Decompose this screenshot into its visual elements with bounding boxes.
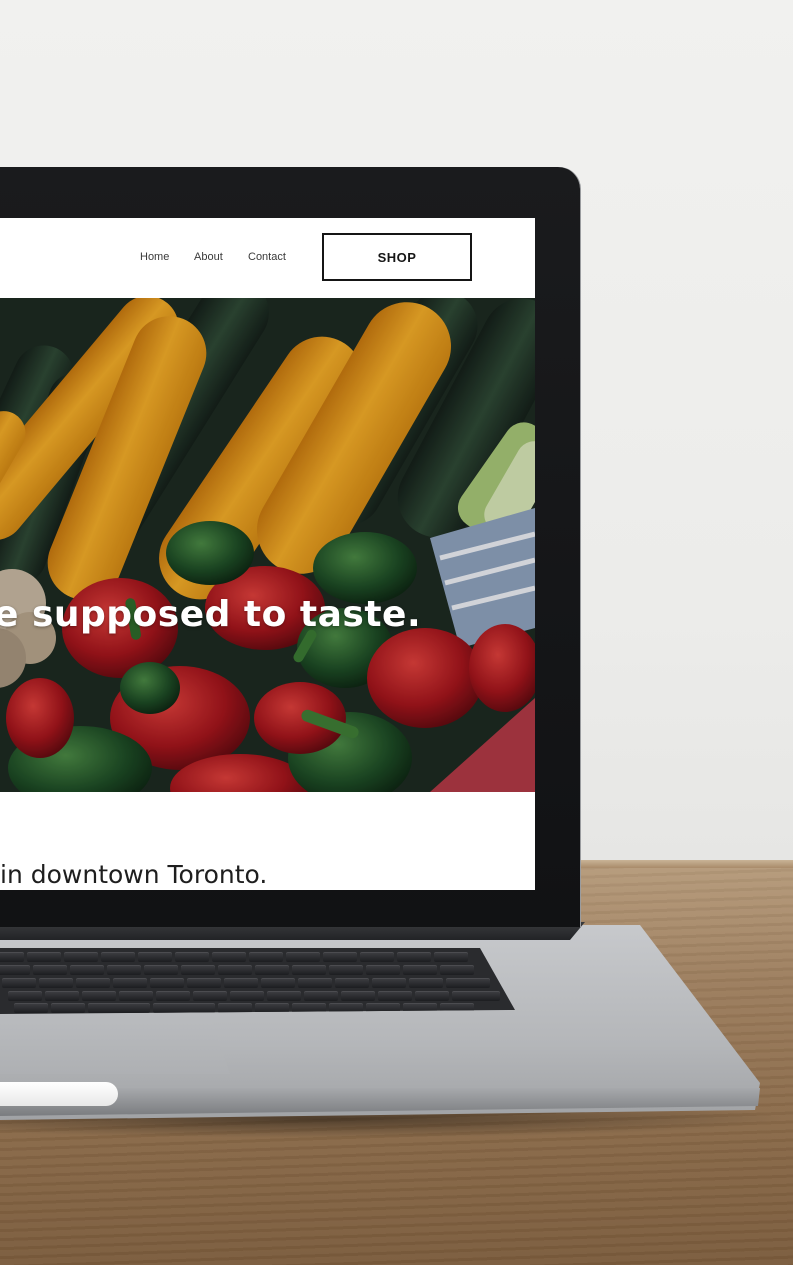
key-row: [2, 978, 490, 988]
trackpad: [0, 1022, 230, 1074]
key-row: [0, 965, 474, 975]
intro-text: in downtown Toronto.: [0, 860, 268, 889]
key-row: [0, 952, 468, 962]
status-light: [0, 1082, 118, 1106]
key-row: [8, 991, 500, 1001]
vegetables-photo: [0, 298, 535, 792]
hero-tagline: e supposed to taste.: [0, 594, 422, 635]
shop-button[interactable]: SHOP: [322, 233, 472, 281]
nav-link-home[interactable]: Home: [140, 251, 169, 263]
hero-banner: e supposed to taste.: [0, 298, 535, 792]
nav-link-contact[interactable]: Contact: [248, 251, 286, 263]
nav-link-about[interactable]: About: [194, 251, 223, 263]
laptop-screen: Home About Contact SHOP e supposed to ta…: [0, 218, 535, 890]
laptop-keyboard: [0, 948, 515, 1014]
site-header: Home About Contact SHOP: [0, 218, 535, 298]
